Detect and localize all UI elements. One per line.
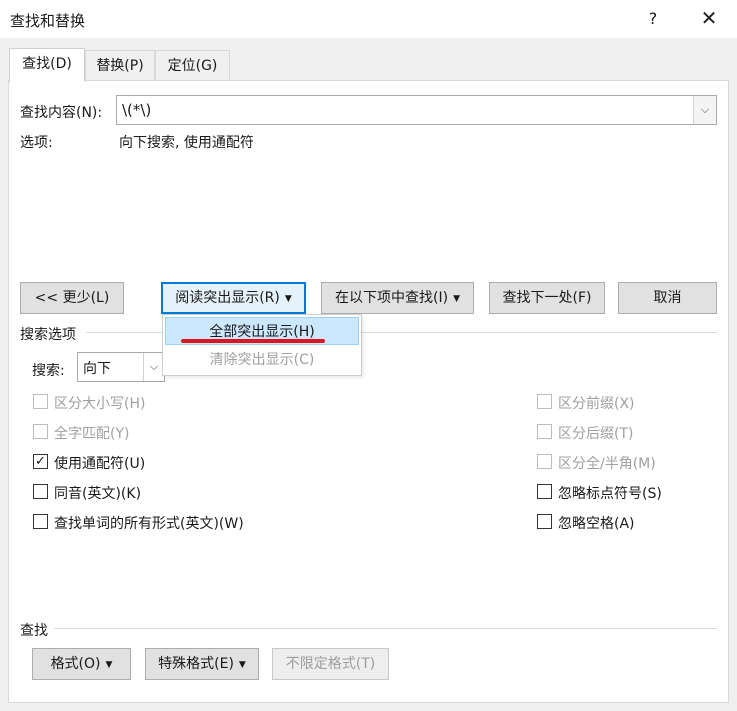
checkbox-match-case[interactable] (33, 394, 48, 409)
caret-down-icon: ▼ (105, 660, 113, 670)
tab-replace[interactable]: 替换(P) (85, 50, 155, 80)
find-section-divider (54, 628, 717, 629)
checkbox-whole-word-label: 全字匹配(Y) (54, 426, 130, 442)
find-content-label: 查找内容(N): (20, 105, 103, 121)
checkbox-ignore-space[interactable] (537, 514, 552, 529)
caret-down-icon: ▼ (284, 294, 292, 304)
checkbox-whole-word[interactable] (33, 424, 48, 439)
check-icon: ✓ (35, 454, 46, 469)
checkbox-use-wildcards[interactable]: ✓ (33, 454, 48, 469)
options-value: 向下搜索, 使用通配符 (119, 135, 254, 151)
checkbox-match-prefix-label: 区分前缀(X) (558, 396, 635, 412)
reading-highlight-button[interactable]: 阅读突出显示(R) ▼ (161, 282, 306, 314)
less-button[interactable]: << 更少(L) (20, 282, 124, 314)
search-direction-select[interactable]: 向下 ⌵ (77, 352, 165, 382)
tab-find[interactable]: 查找(D) (9, 48, 85, 82)
menu-item-clear-highlight[interactable]: 清除突出显示(C) (165, 346, 359, 374)
find-in-label: 在以下项中查找(I) (335, 290, 449, 306)
search-options-label: 搜索选项 (20, 327, 76, 343)
annotation-underline (181, 339, 325, 343)
checkbox-ignore-punctuation[interactable] (537, 484, 552, 499)
checkbox-ignore-space-label: 忽略空格(A) (558, 516, 635, 532)
checkbox-all-word-forms-label: 查找单词的所有形式(英文)(W) (54, 516, 244, 532)
checkbox-match-case-label: 区分大小写(H) (54, 396, 146, 412)
special-format-label: 特殊格式(E) (158, 656, 234, 672)
reading-highlight-label: 阅读突出显示(R) (175, 290, 280, 306)
find-content-value: \(*\) (122, 101, 152, 119)
find-content-input[interactable]: \(*\) ⌵ (116, 95, 717, 125)
checkbox-sounds-like-label: 同音(英文)(K) (54, 486, 142, 502)
highlight-menu: 全部突出显示(H) 清除突出显示(C) (162, 314, 362, 376)
checkbox-match-width-label: 区分全/半角(M) (558, 456, 656, 472)
checkbox-match-width[interactable] (537, 454, 552, 469)
checkbox-match-suffix-label: 区分后缀(T) (558, 426, 634, 442)
title-bar: 查找和替换 ? ✕ (0, 0, 737, 38)
find-section-label: 查找 (20, 623, 48, 639)
chevron-down-icon[interactable]: ⌵ (143, 353, 164, 381)
find-next-button[interactable]: 查找下一处(F) (489, 282, 605, 314)
checkbox-match-suffix[interactable] (537, 424, 552, 439)
close-icon[interactable]: ✕ (697, 6, 721, 30)
special-format-button[interactable]: 特殊格式(E) ▼ (145, 648, 259, 680)
chevron-down-icon[interactable]: ⌵ (693, 96, 716, 124)
find-in-button[interactable]: 在以下项中查找(I) ▼ (321, 282, 474, 314)
no-formatting-button[interactable]: 不限定格式(T) (272, 648, 389, 680)
format-button[interactable]: 格式(O) ▼ (32, 648, 131, 680)
tab-panel (8, 80, 729, 703)
caret-down-icon: ▼ (453, 294, 460, 304)
checkbox-use-wildcards-label: 使用通配符(U) (54, 456, 146, 472)
search-direction-value: 向下 (83, 361, 111, 377)
checkbox-sounds-like[interactable] (33, 484, 48, 499)
tab-goto[interactable]: 定位(G) (155, 50, 230, 80)
format-label: 格式(O) (50, 656, 101, 672)
cancel-button[interactable]: 取消 (618, 282, 717, 314)
options-label: 选项: (20, 135, 53, 151)
checkbox-all-word-forms[interactable] (33, 514, 48, 529)
checkbox-match-prefix[interactable] (537, 394, 552, 409)
dialog-title: 查找和替换 (10, 12, 86, 30)
search-direction-label: 搜索: (32, 363, 65, 379)
help-icon[interactable]: ? (642, 8, 664, 30)
checkbox-ignore-punctuation-label: 忽略标点符号(S) (558, 486, 662, 502)
caret-down-icon: ▼ (238, 660, 246, 670)
